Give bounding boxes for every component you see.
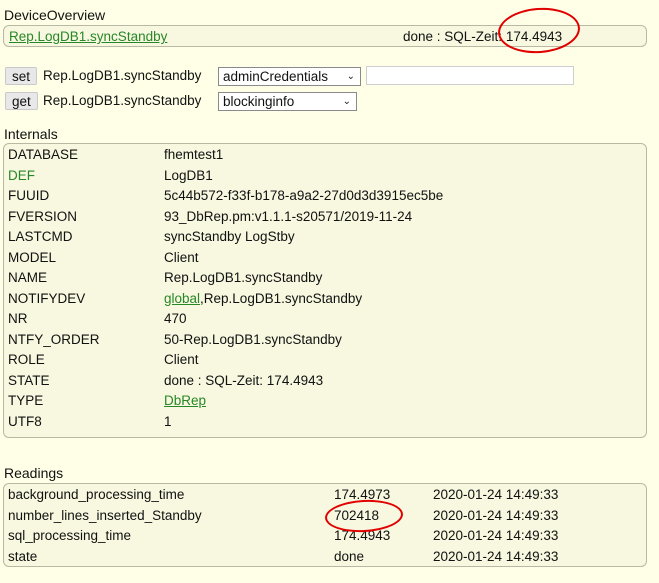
type-dbrep-link[interactable]: DbRep — [164, 391, 206, 411]
internals-name: DATABASE — [8, 147, 79, 162]
internals-row: NR 470 — [4, 309, 646, 329]
reading-name: background_processing_time — [8, 487, 185, 502]
get-button[interactable]: get — [5, 92, 38, 110]
internals-value: LogDB1 — [164, 167, 213, 183]
internals-name: NTFY_ORDER — [8, 331, 100, 347]
internals-value: 5c44b572-f33f-b178-a9a2-27d0d3d3915ec5be — [164, 188, 444, 203]
reading-name: state — [8, 548, 38, 564]
notifydev-rest: ,Rep.LogDB1.syncStandby — [200, 290, 363, 306]
set-command-select-value: adminCredentials — [223, 69, 329, 84]
internals-value: fhemtest1 — [164, 147, 224, 162]
internals-row: NOTIFYDEV global,Rep.LogDB1.syncStandby — [4, 289, 646, 309]
reading-name: sql_processing_time — [8, 528, 132, 543]
internals-name: ROLE — [8, 352, 45, 367]
internals-value: Rep.LogDB1.syncStandby — [164, 270, 323, 285]
internals-name: NR — [8, 311, 28, 326]
device-overview-state: done : SQL-Zeit: 174.4943 — [403, 27, 562, 47]
internals-name: NOTIFYDEV — [8, 290, 86, 306]
internals-row: NAME Rep.LogDB1.syncStandby — [4, 268, 646, 288]
set-command-select[interactable]: adminCredentials ⌄ — [218, 67, 361, 86]
device-overview-state-prefix: done : SQL-Zeit: — [403, 29, 506, 44]
internals-value: done : SQL-Zeit: 174.4943 — [164, 372, 324, 388]
readings-row: number_lines_inserted_Standby 702418 202… — [4, 506, 646, 526]
get-command-select-value: blockinginfo — [223, 94, 295, 109]
device-overview-title: DeviceOverview — [4, 7, 106, 23]
internals-value: 50-Rep.LogDB1.syncStandby — [164, 331, 342, 347]
device-overview-state-value: 174.4943 — [505, 29, 563, 44]
readings-row: state done 2020-01-24 14:49:33 — [4, 547, 646, 567]
readings-table: background_processing_time 174.4973 2020… — [3, 483, 647, 567]
reading-time: 2020-01-24 14:49:33 — [433, 487, 559, 502]
internals-name: FUUID — [8, 188, 50, 203]
chevron-down-icon: ⌄ — [346, 71, 355, 82]
internals-name: TYPE — [8, 393, 44, 408]
readings-row: background_processing_time 174.4973 2020… — [4, 485, 646, 505]
internals-row: FVERSION 93_DbRep.pm:v1.1.1-s20571/2019-… — [4, 207, 646, 227]
internals-value: global,Rep.LogDB1.syncStandby — [164, 289, 362, 309]
internals-value: 1 — [164, 413, 172, 429]
internals-value: 470 — [164, 311, 187, 326]
internals-row: LASTCMD syncStandby LogStby — [4, 227, 646, 247]
device-overview-link[interactable]: Rep.LogDB1.syncStandby — [9, 27, 167, 47]
internals-value: syncStandby LogStby — [164, 229, 295, 244]
reading-name: number_lines_inserted_Standby — [8, 507, 202, 523]
internals-name: MODEL — [8, 249, 57, 265]
reading-time: 2020-01-24 14:49:33 — [433, 528, 559, 543]
internals-value: 93_DbRep.pm:v1.1.1-s20571/2019-11-24 — [164, 208, 413, 224]
readings-title: Readings — [4, 465, 64, 481]
set-device-label: Rep.LogDB1.syncStandby — [43, 68, 202, 83]
reading-time: 2020-01-24 14:49:33 — [433, 507, 559, 523]
reading-value: done — [334, 548, 365, 564]
reading-value: 174.4973 — [334, 487, 391, 502]
readings-row: sql_processing_time 174.4943 2020-01-24 … — [4, 526, 646, 546]
get-device-label: Rep.LogDB1.syncStandby — [43, 93, 202, 108]
internals-row: TYPE DbRep — [4, 391, 646, 411]
internals-title: Internals — [4, 126, 58, 142]
internals-row: MODEL Client — [4, 248, 646, 268]
internals-name: UTF8 — [8, 413, 42, 429]
internals-row: UTF8 1 — [4, 412, 646, 432]
internals-row: STATE done : SQL-Zeit: 174.4943 — [4, 371, 646, 391]
internals-name-def[interactable]: DEF — [8, 166, 35, 186]
internals-value: Client — [164, 249, 199, 265]
reading-value: 702418 — [334, 507, 380, 523]
get-command-select[interactable]: blockinginfo ⌄ — [218, 92, 357, 111]
chevron-down-icon: ⌄ — [342, 96, 351, 107]
internals-name: NAME — [8, 270, 48, 285]
reading-value: 174.4943 — [334, 528, 391, 543]
set-value-input[interactable] — [366, 66, 574, 85]
device-overview-box: Rep.LogDB1.syncStandby done : SQL-Zeit: … — [3, 25, 647, 47]
reading-time: 2020-01-24 14:49:33 — [433, 548, 559, 564]
internals-name: STATE — [8, 372, 50, 388]
internals-row: DATABASE fhemtest1 — [4, 145, 646, 165]
internals-row: DEF LogDB1 — [4, 166, 646, 186]
internals-table: DATABASE fhemtest1 DEF LogDB1 FUUID 5c44… — [3, 143, 647, 438]
notifydev-global-link[interactable]: global — [164, 291, 200, 306]
internals-row: NTFY_ORDER 50-Rep.LogDB1.syncStandby — [4, 330, 646, 350]
internals-name: FVERSION — [8, 208, 78, 224]
internals-row: ROLE Client — [4, 350, 646, 370]
internals-name: LASTCMD — [8, 229, 73, 244]
internals-value: Client — [164, 352, 199, 367]
internals-row: FUUID 5c44b572-f33f-b178-a9a2-27d0d3d391… — [4, 186, 646, 206]
set-button[interactable]: set — [5, 67, 38, 85]
